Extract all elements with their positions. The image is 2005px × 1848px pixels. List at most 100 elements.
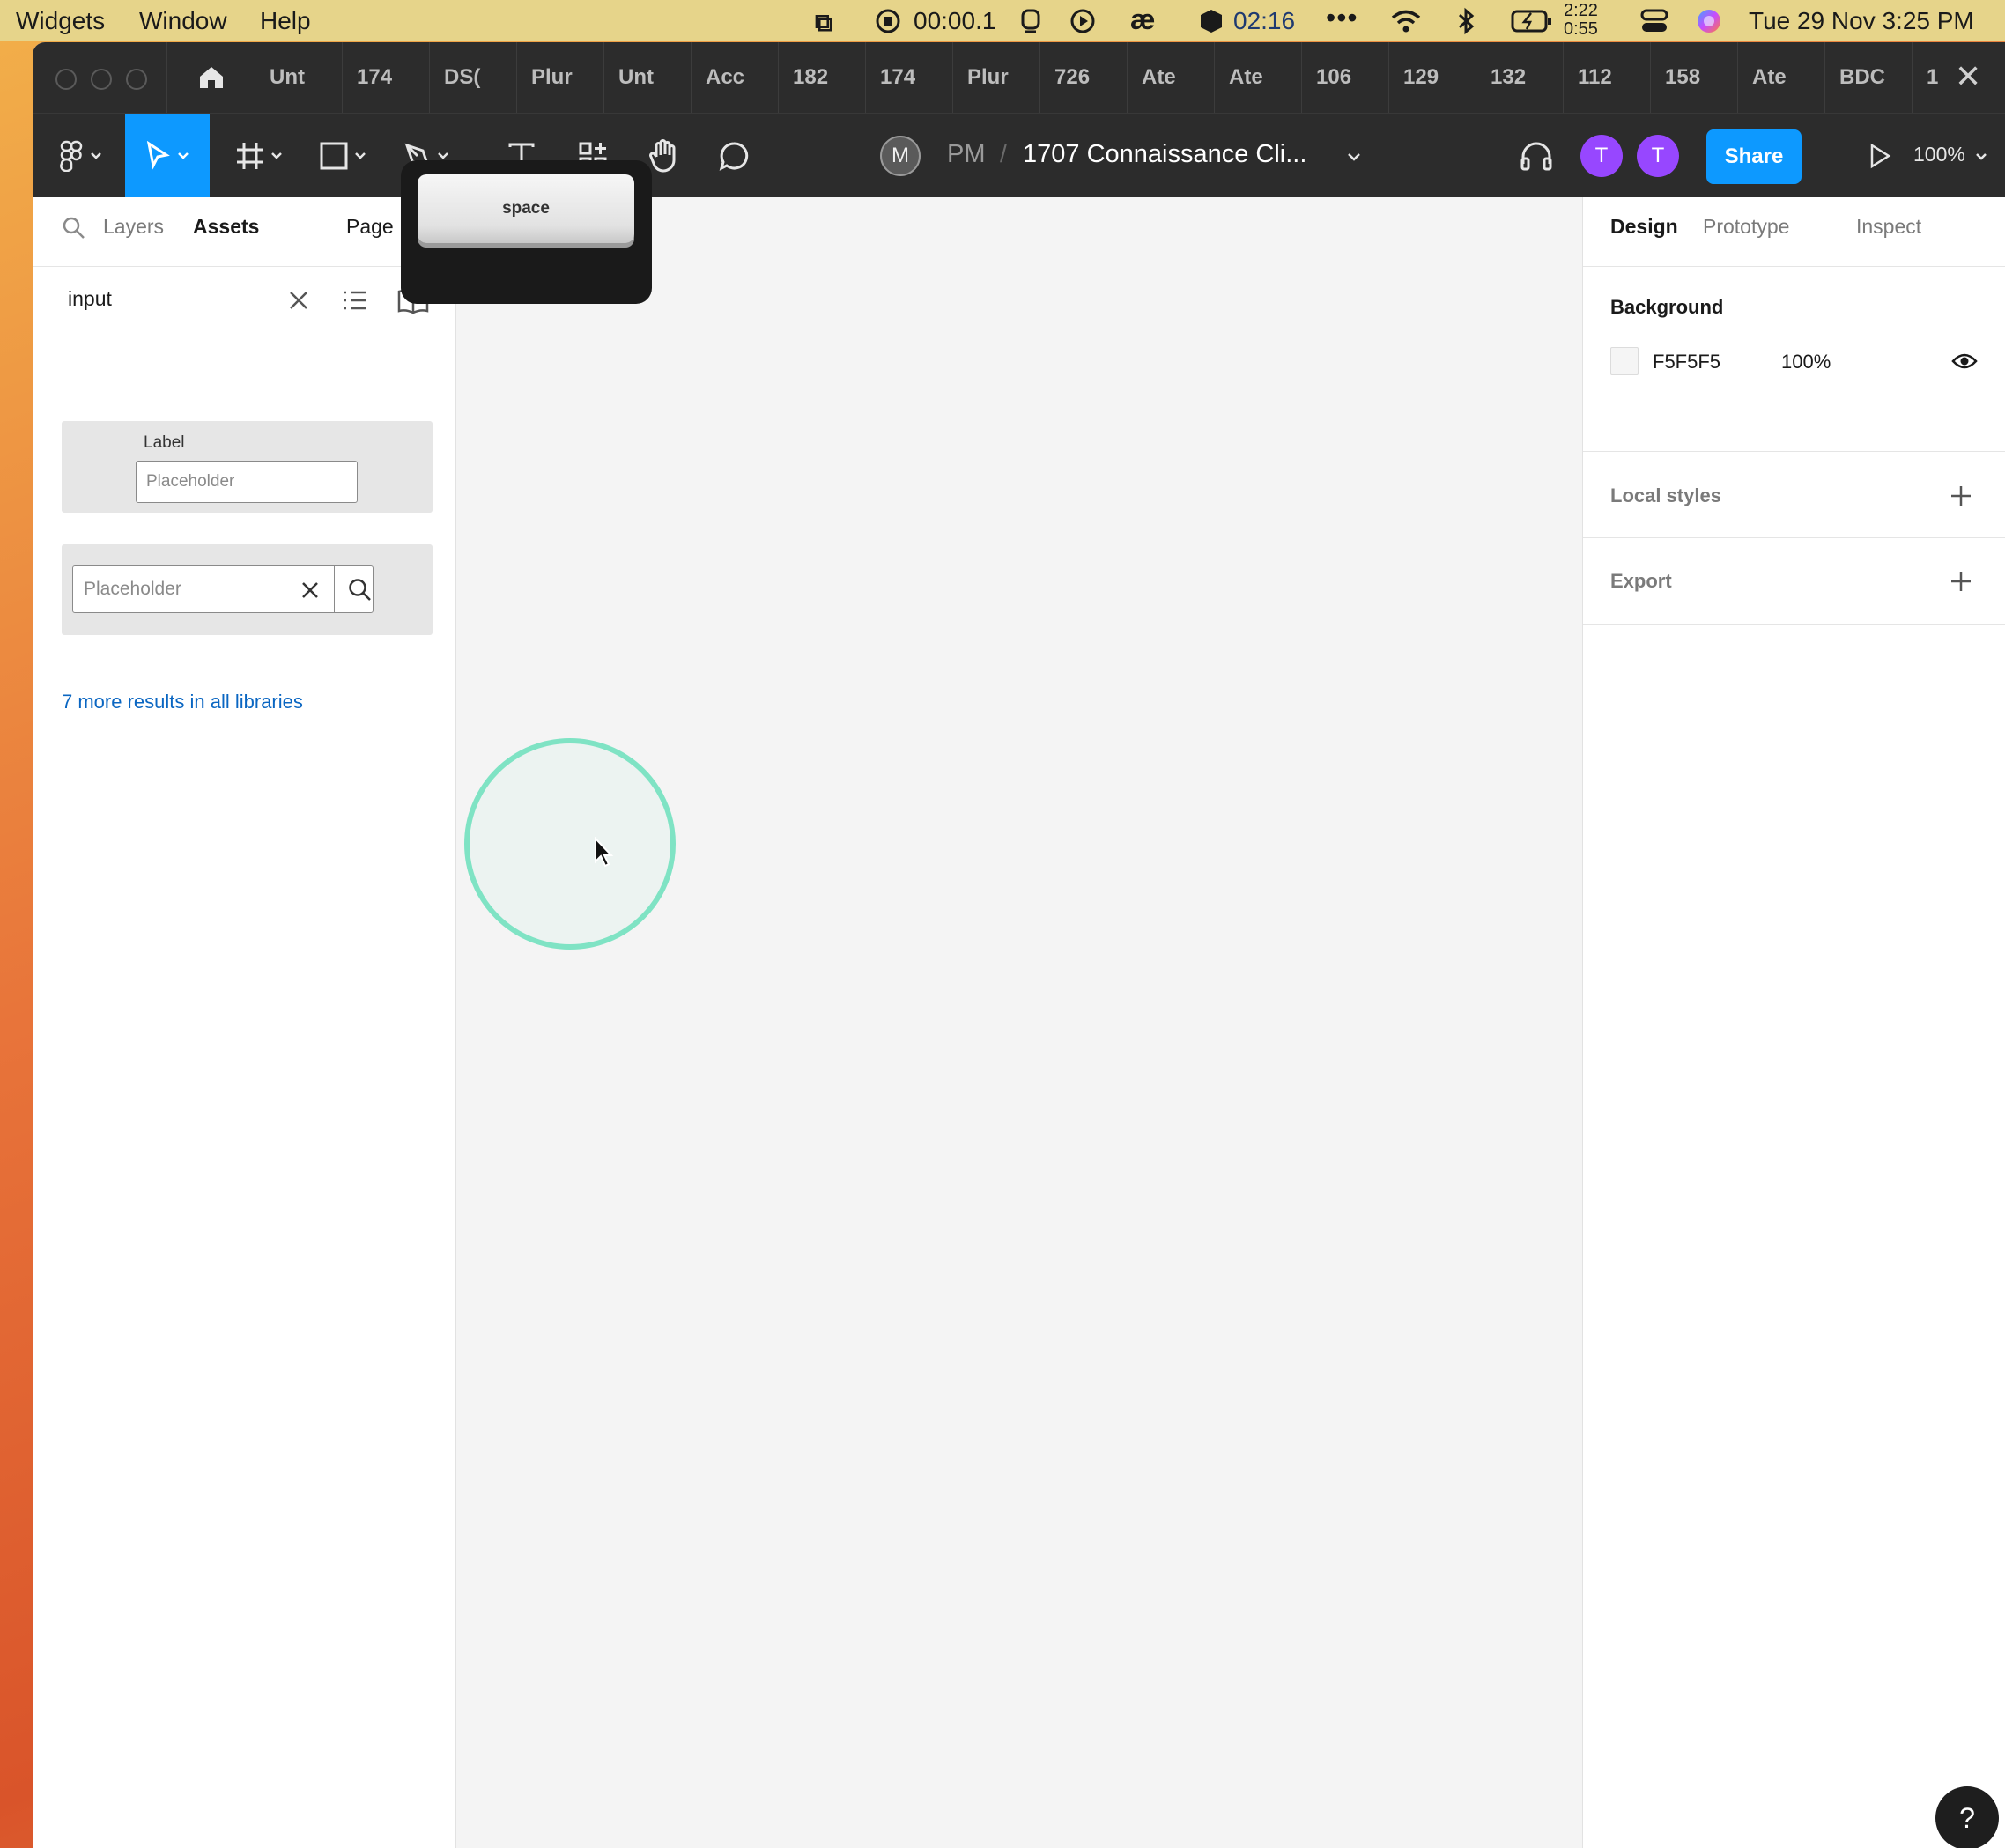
control-center-icon[interactable]	[1640, 9, 1668, 33]
add-local-style-icon[interactable]	[1950, 484, 1972, 507]
tab-page[interactable]: Page	[346, 215, 394, 239]
divider	[1583, 266, 2005, 267]
rectangle-icon	[320, 142, 348, 170]
figma-window: Unt 174 DS(Plur Unt Acc 182 174 Plur 726 Ate Ate 10…	[33, 42, 2005, 1848]
menu-widgets[interactable]: Widgets	[16, 7, 105, 35]
close-tab-icon[interactable]: ✕	[1955, 58, 1981, 95]
menu-bar: Widgets Window Help ⧉ 00:00.1 æ 02:16 ••…	[0, 0, 2005, 41]
battery-time-top: 2:22	[1564, 1, 1598, 20]
zoom-level[interactable]: 100%	[1913, 143, 1965, 166]
toolbar: M PM / 1707 Connaissance Cli... T T Shar…	[33, 113, 2005, 198]
file-tab[interactable]: 106	[1301, 42, 1389, 113]
file-tab[interactable]: Ate	[1737, 42, 1825, 113]
asset-placeholder-text: Placeholder	[146, 472, 235, 491]
frame-icon	[237, 143, 263, 169]
list-view-icon[interactable]	[343, 289, 367, 312]
record-icon[interactable]	[875, 8, 901, 34]
chevron-down-icon[interactable]	[1347, 152, 1361, 161]
ae-icon[interactable]: æ	[1130, 4, 1155, 36]
search-divider	[334, 565, 335, 613]
local-styles-title: Local styles	[1610, 484, 1721, 506]
file-tab[interactable]: 174	[342, 42, 430, 113]
asset-input-with-label[interactable]: Label Placeholder	[62, 421, 433, 513]
figma-logo-icon	[60, 140, 83, 172]
timer-time: 02:16	[1233, 7, 1296, 34]
tab-design[interactable]: Design	[1610, 215, 1678, 239]
chevron-down-icon[interactable]	[1975, 152, 1987, 161]
audio-button[interactable]	[1510, 114, 1563, 198]
tab-assets[interactable]: Assets	[193, 215, 259, 239]
file-tab[interactable]: Unt	[603, 42, 692, 113]
cube-icon[interactable]	[1198, 8, 1224, 34]
add-export-icon[interactable]	[1950, 570, 1972, 593]
chevron-down-icon	[438, 152, 448, 159]
menu-help[interactable]: Help	[260, 7, 311, 35]
breadcrumb-team[interactable]: PM	[947, 140, 986, 169]
play-circle-icon[interactable]	[1069, 8, 1096, 34]
file-tab[interactable]: Unt	[255, 42, 343, 113]
wifi-icon[interactable]	[1390, 8, 1422, 34]
chevron-down-icon	[178, 152, 189, 159]
menu-window[interactable]: Window	[139, 7, 227, 35]
present-button[interactable]	[1853, 114, 1906, 198]
siri-icon[interactable]	[1696, 8, 1722, 34]
file-tab[interactable]: 112	[1563, 42, 1651, 113]
eye-icon[interactable]	[1951, 352, 1978, 370]
file-tab[interactable]: 726	[1039, 42, 1128, 113]
help-button[interactable]: ?	[1935, 1786, 1999, 1848]
background-opacity-value[interactable]: 100%	[1781, 351, 1831, 373]
more-results-link[interactable]: 7 more results in all libraries	[62, 691, 303, 713]
battery-times: 2:22 0:55	[1564, 2, 1598, 39]
user-avatar[interactable]: T	[1580, 135, 1623, 177]
team-avatar[interactable]: M	[880, 136, 921, 176]
tab-prototype[interactable]: Prototype	[1703, 215, 1789, 239]
file-tab[interactable]: Ate	[1127, 42, 1215, 113]
file-tab[interactable]: 182	[778, 42, 866, 113]
file-tab[interactable]: DS(	[429, 42, 517, 113]
play-icon	[1870, 143, 1891, 169]
file-tab[interactable]: Ate	[1214, 42, 1302, 113]
clear-icon	[302, 582, 318, 598]
more-icon[interactable]: •••	[1326, 2, 1358, 34]
breadcrumb-separator: /	[1000, 140, 1008, 168]
file-tab[interactable]: BDC	[1824, 42, 1913, 113]
bluetooth-icon[interactable]	[1455, 7, 1476, 35]
file-tab[interactable]: Acc	[691, 42, 779, 113]
tab-bar: Unt 174 DS(Plur Unt Acc 182 174 Plur 726 Ate Ate 10…	[33, 42, 2005, 113]
file-tab[interactable]: 174	[865, 42, 953, 113]
file-tab[interactable]: 132	[1476, 42, 1564, 113]
share-button[interactable]: Share	[1706, 129, 1802, 184]
comment-tool-button[interactable]	[707, 114, 760, 198]
figma-status-icon[interactable]: ⧉	[815, 9, 832, 38]
tab-inspect[interactable]: Inspect	[1856, 215, 1921, 239]
shape-tool-button[interactable]	[312, 114, 374, 198]
asset-search-input-component[interactable]: Placeholder	[62, 544, 433, 635]
main-menu-button[interactable]	[50, 114, 112, 198]
battery-icon[interactable]	[1511, 10, 1553, 33]
file-tab[interactable]: Plur	[952, 42, 1040, 113]
user-avatar[interactable]: T	[1637, 135, 1679, 177]
tab-layers[interactable]: Layers	[103, 215, 164, 239]
file-tab[interactable]: Plur	[516, 42, 604, 113]
move-tool-button[interactable]	[125, 114, 210, 198]
background-hex-value[interactable]: F5F5F5	[1653, 351, 1720, 373]
home-tab[interactable]	[166, 42, 255, 113]
clear-search-icon[interactable]	[288, 290, 309, 311]
background-color-swatch[interactable]	[1610, 347, 1639, 375]
asset-placeholder-text: Placeholder	[84, 579, 181, 599]
asset-search-input[interactable]: input	[68, 287, 112, 311]
file-title[interactable]: 1707 Connaissance Cli...	[1023, 140, 1306, 169]
file-tab[interactable]: 158	[1650, 42, 1738, 113]
datetime[interactable]: Tue 29 Nov 3:25 PM	[1749, 7, 1974, 35]
canvas[interactable]	[457, 197, 1603, 1848]
divider	[1583, 537, 2005, 538]
file-tab[interactable]: 129	[1388, 42, 1476, 113]
window-close-button[interactable]	[55, 69, 77, 90]
frame-tool-button[interactable]	[228, 114, 290, 198]
click-highlight-ring	[464, 738, 676, 950]
search-icon[interactable]	[62, 216, 86, 240]
train-icon[interactable]	[1017, 8, 1044, 34]
search-icon	[349, 579, 371, 601]
window-minimize-button[interactable]	[91, 69, 112, 90]
window-zoom-button[interactable]	[126, 69, 147, 90]
